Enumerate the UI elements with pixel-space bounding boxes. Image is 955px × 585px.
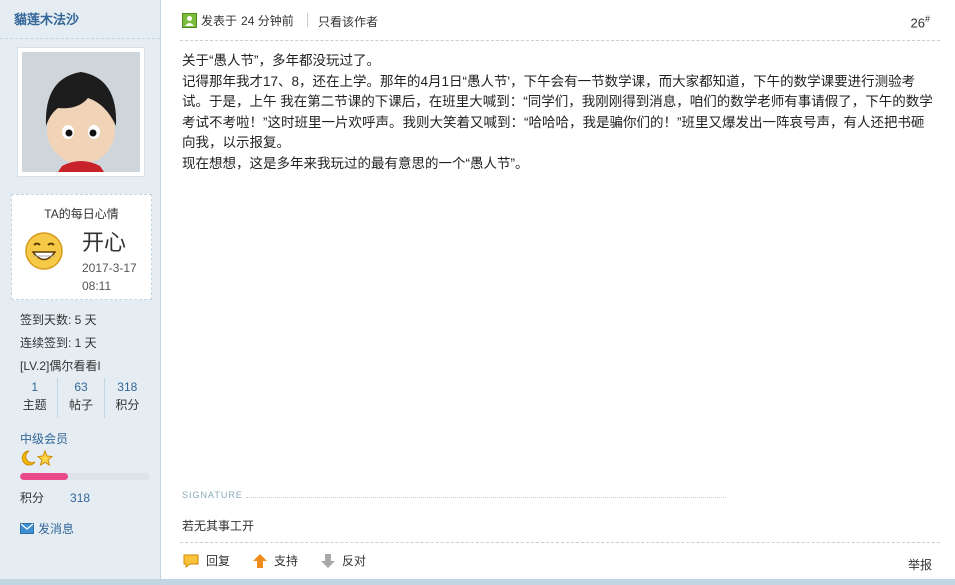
post-header: 发表于 24 分钟前 只看该作者 26# (180, 0, 940, 41)
author-name[interactable]: 貓莲木法沙 (0, 0, 160, 39)
footer-divider (180, 542, 940, 543)
mood-text: 开心 (82, 231, 127, 256)
arrow-up-icon (253, 553, 268, 568)
reply-button[interactable]: 回复 (182, 552, 230, 569)
mood-title: TA的每日心情 (44, 207, 119, 221)
author-sidebar: 貓莲木法沙 TA的每日心情 开心 2017-3-17 08:11 签到天数: 5… (0, 0, 161, 579)
floor-num[interactable]: 26 (911, 15, 925, 30)
author-only-link[interactable]: 只看该作者 (318, 13, 378, 30)
level-progress-bar (20, 473, 150, 480)
star-icon (36, 449, 54, 467)
online-status-icon (182, 13, 197, 28)
signature-label: SIGNATURE (182, 490, 243, 500)
count-posts-num[interactable]: 63 (58, 378, 103, 396)
count-topics-label: 主题 (22, 398, 47, 412)
posted-info: 发表于 24 分钟前 (182, 12, 294, 29)
daily-mood-card: TA的每日心情 开心 2017-3-17 08:11 (11, 194, 152, 300)
post-paragraph: 关于“愚人节”，多年都没玩过了。 (182, 53, 380, 68)
rank-stars (20, 449, 56, 469)
count-posts[interactable]: 63 帖子 (57, 378, 103, 418)
count-points[interactable]: 318 积分 (103, 378, 150, 418)
floor-mark: # (924, 14, 930, 24)
report-link[interactable]: 举报 (908, 556, 932, 573)
member-rank[interactable]: 中级会员 (20, 430, 68, 447)
post-actions: 回复 支持 反对 (182, 552, 388, 569)
count-points-label: 积分 (115, 398, 140, 412)
mood-datetime: 2017-3-17 08:11 (82, 259, 137, 295)
count-topics-num[interactable]: 1 (12, 378, 57, 396)
avatar[interactable] (17, 47, 145, 177)
reply-icon (183, 554, 199, 568)
checkin-streak: 连续签到: 1 天 (20, 336, 97, 350)
support-label[interactable]: 支持 (274, 552, 298, 569)
posted-time: 24 分钟前 (241, 14, 294, 28)
post-paragraph: 记得那年我才17、8，还在上学。那年的4月1日“愚人节'，下午会有一节数学课，而… (182, 73, 933, 151)
points-value: 318 (70, 491, 91, 505)
user-level: [LV.2]偶尔看看I (20, 359, 101, 373)
arrow-down-icon (321, 553, 336, 568)
count-posts-label: 帖子 (68, 398, 93, 412)
signature-divider (246, 497, 726, 498)
count-points-num[interactable]: 318 (105, 378, 150, 396)
envelope-icon (20, 523, 34, 534)
header-divider (307, 13, 308, 27)
reply-label[interactable]: 回复 (206, 552, 230, 569)
send-message-button[interactable]: 发消息 (20, 520, 74, 537)
post-main: 发表于 24 分钟前 只看该作者 26# 关于“愚人节”，多年都没玩过了。 记得… (180, 0, 940, 585)
signature-text: 若无其事工开 (182, 519, 255, 533)
post-paragraph: 现在想想，这是多年来我玩过的最有意思的一个“愚人节”。 (182, 155, 529, 171)
mood-date: 2017-3-17 (82, 261, 137, 275)
checkin-days: 签到天数: 5 天 (20, 313, 97, 327)
post-content: 关于“愚人节”，多年都没玩过了。 记得那年我才17、8，还在上学。那年的4月1日… (182, 51, 937, 174)
points-label: 积分 (20, 491, 45, 505)
oppose-label[interactable]: 反对 (342, 552, 366, 569)
user-counts: 1 主题 63 帖子 318 积分 (12, 378, 150, 418)
posted-prefix: 发表于 (201, 14, 238, 28)
floor-number[interactable]: 26# (911, 14, 930, 30)
oppose-button[interactable]: 反对 (320, 552, 366, 569)
level-progress-fill (20, 473, 69, 480)
bottom-bar (0, 579, 955, 585)
send-message-label[interactable]: 发消息 (38, 520, 74, 537)
happy-face-icon (25, 232, 63, 270)
count-topics[interactable]: 1 主题 (12, 378, 57, 418)
points-row: 积分 318 (20, 489, 90, 506)
support-button[interactable]: 支持 (252, 552, 298, 569)
mood-time: 08:11 (82, 279, 112, 293)
moon-icon (21, 450, 36, 466)
